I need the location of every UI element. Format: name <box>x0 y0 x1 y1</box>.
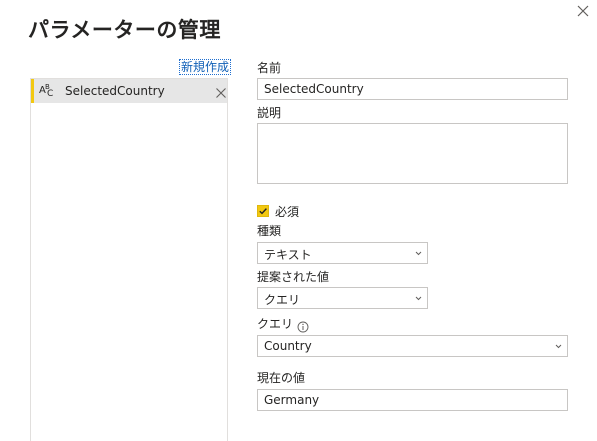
suggested-values-label: 提案された値 <box>257 270 330 284</box>
info-circle-icon <box>297 321 309 333</box>
parameter-list: A B C SelectedCountry <box>30 78 228 441</box>
name-field[interactable] <box>257 78 568 100</box>
info-icon[interactable] <box>297 318 309 333</box>
name-label: 名前 <box>257 61 282 75</box>
type-dropdown[interactable]: テキスト <box>257 242 428 264</box>
type-label: 種類 <box>257 224 282 238</box>
query-label: クエリ <box>257 317 294 331</box>
close-button[interactable] <box>575 3 591 19</box>
chevron-down-icon <box>415 296 422 301</box>
query-dropdown[interactable]: Country <box>257 335 568 357</box>
manage-parameters-dialog: パラメーターの管理 新規作成 A B C SelectedCountry 名前 … <box>0 0 597 441</box>
checkmark-icon <box>259 208 267 215</box>
description-field[interactable] <box>257 123 568 184</box>
current-value-field[interactable] <box>257 389 568 411</box>
suggested-values-dropdown-value: クエリ <box>264 293 301 307</box>
new-parameter-link[interactable]: 新規作成 <box>178 59 232 75</box>
query-dropdown-value: Country <box>264 339 312 353</box>
current-value-label: 現在の値 <box>257 371 306 385</box>
abc-type-icon: A B C <box>39 83 54 99</box>
list-item[interactable]: A B C SelectedCountry <box>31 79 227 103</box>
dialog-title: パラメーターの管理 <box>28 18 221 42</box>
suggested-values-dropdown[interactable]: クエリ <box>257 287 428 309</box>
description-label: 説明 <box>257 106 282 120</box>
chevron-down-icon <box>555 344 562 349</box>
required-checkbox[interactable] <box>257 205 269 217</box>
remove-parameter-button[interactable] <box>215 84 227 98</box>
required-label: 必須 <box>275 205 300 219</box>
list-item-label: SelectedCountry <box>65 84 165 98</box>
close-icon <box>577 5 589 17</box>
chevron-down-icon <box>415 251 422 256</box>
type-dropdown-value: テキスト <box>264 248 312 262</box>
close-icon <box>216 88 226 98</box>
